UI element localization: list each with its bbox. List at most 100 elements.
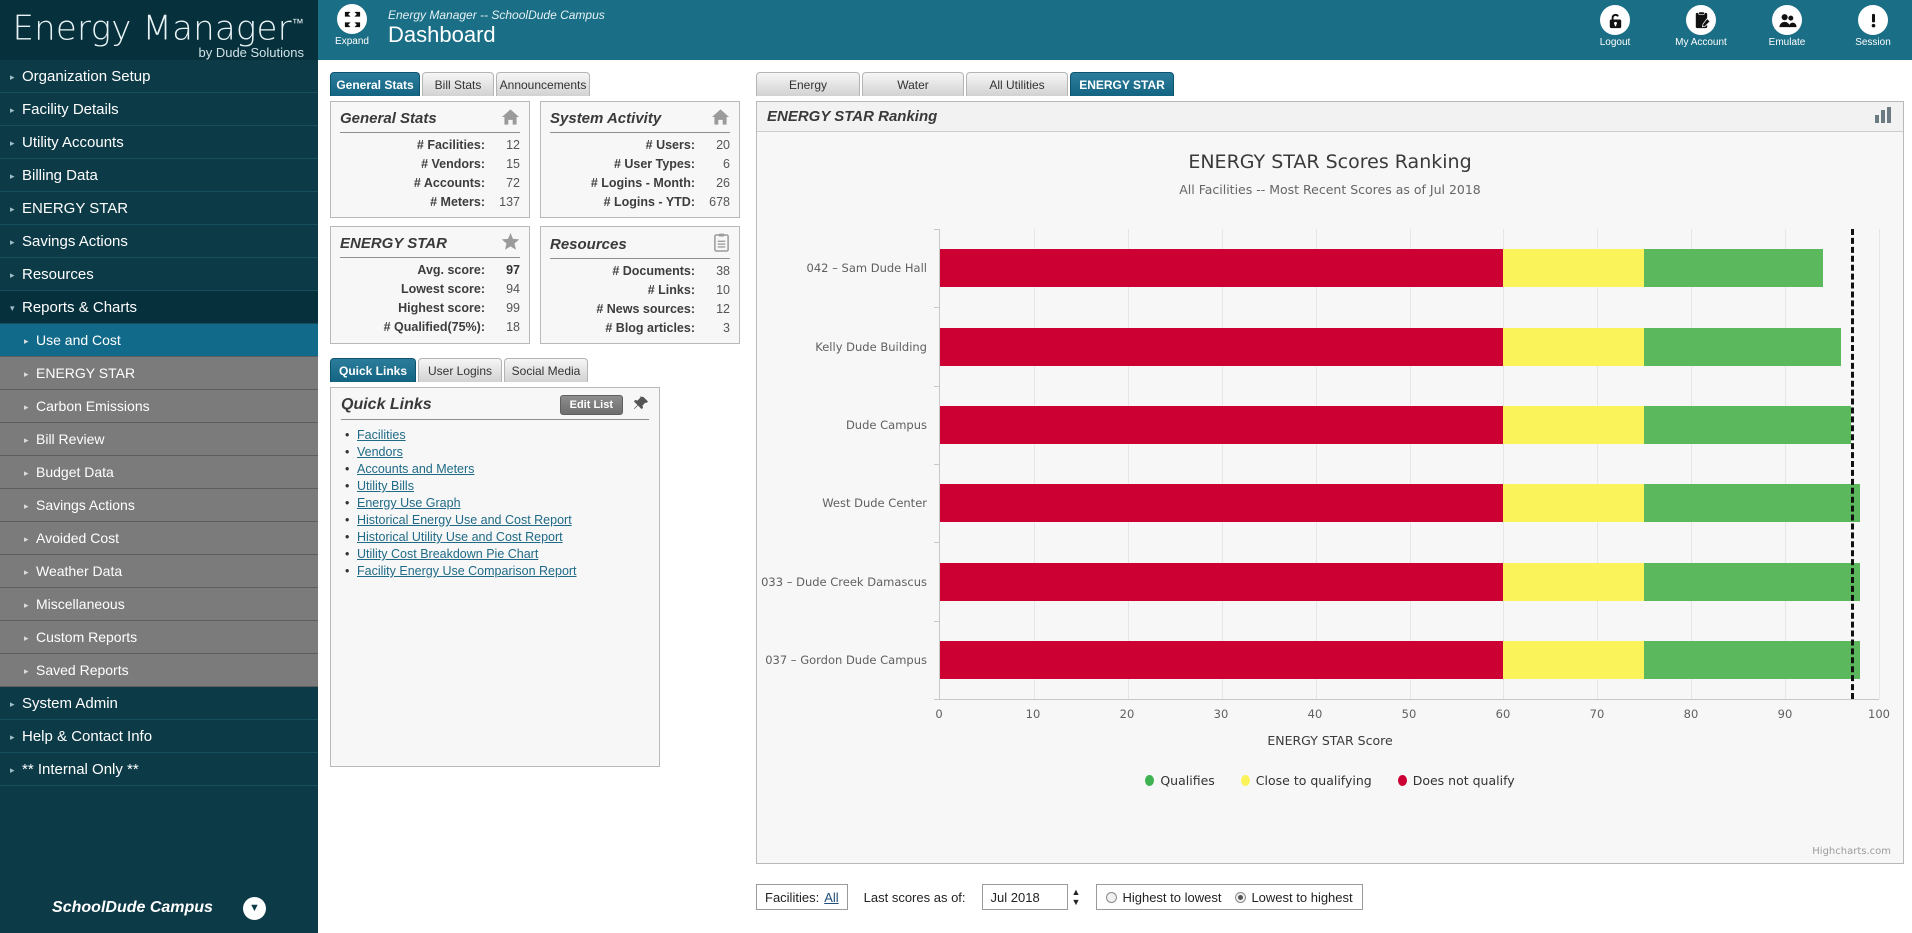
sidebar-item-6[interactable]: ▸Resources xyxy=(0,258,318,291)
list-item: Vendors xyxy=(357,445,649,459)
sidebar-item-4[interactable]: ▸ENERGY STAR xyxy=(0,192,318,225)
tab-label: Bill Stats xyxy=(435,78,482,92)
list-item: Energy Use Graph xyxy=(357,496,649,510)
tab-general-stats[interactable]: General Stats xyxy=(330,72,420,96)
chevron-icon: ▸ xyxy=(24,325,36,358)
bar[interactable] xyxy=(940,641,1860,679)
tab-social-media[interactable]: Social Media xyxy=(504,358,588,382)
chevron-icon: ▾ xyxy=(10,292,22,324)
tab-announcements[interactable]: Announcements xyxy=(496,72,590,96)
y-axis-label: West Dude Center xyxy=(822,496,927,510)
tab-bill-stats[interactable]: Bill Stats xyxy=(422,72,494,96)
legend-item[interactable]: Close to qualifying xyxy=(1241,773,1372,788)
target-line xyxy=(1851,229,1854,699)
sidebar-subitem-9[interactable]: ▸Custom Reports xyxy=(0,621,318,654)
stat-key: # User Types: xyxy=(614,157,695,171)
grid-line xyxy=(1034,229,1035,699)
sidebar-subitem-3[interactable]: ▸Bill Review xyxy=(0,423,318,456)
legend-item[interactable]: Qualifies xyxy=(1145,773,1214,788)
legend-label: Does not qualify xyxy=(1413,773,1515,788)
facilities-value-link[interactable]: All xyxy=(824,890,838,905)
bar[interactable] xyxy=(940,328,1841,366)
sidebar-subitem-10[interactable]: ▸Saved Reports xyxy=(0,654,318,687)
chevron-down-icon[interactable]: ▼ xyxy=(243,897,266,920)
bar[interactable] xyxy=(940,406,1851,444)
stepper-down-icon[interactable]: ▼ xyxy=(1072,898,1081,907)
quick-link[interactable]: Accounts and Meters xyxy=(357,462,474,476)
tab-energy[interactable]: Energy xyxy=(756,72,860,96)
tab-energy-star[interactable]: ENERGY STAR xyxy=(1070,72,1174,96)
sidebar-subitem-2[interactable]: ▸Carbon Emissions xyxy=(0,390,318,423)
my-account-icon xyxy=(1686,5,1716,35)
quick-link[interactable]: Facilities xyxy=(357,428,406,442)
sidebar-subitem-8[interactable]: ▸Miscellaneous xyxy=(0,588,318,621)
legend-item[interactable]: Does not qualify xyxy=(1398,773,1515,788)
session-button[interactable]: Session xyxy=(1842,5,1904,48)
stat-key: # Logins - YTD: xyxy=(604,195,695,209)
bar-chart-icon[interactable] xyxy=(1875,107,1893,126)
sidebar-item-7[interactable]: ▾Reports & Charts xyxy=(0,291,318,324)
stat-row: # Vendors:15 xyxy=(340,157,520,171)
sidebar-subitem-label: Use and Cost xyxy=(36,332,121,348)
chart-panel-header: ENERGY STAR Ranking xyxy=(757,102,1903,132)
stepper-up-icon[interactable]: ▲ xyxy=(1072,888,1081,897)
bar[interactable] xyxy=(940,484,1860,522)
facilities-filter[interactable]: Facilities: All xyxy=(756,884,848,910)
stat-value: 26 xyxy=(704,176,730,190)
stat-row: Highest score:99 xyxy=(340,301,520,315)
bar-segment-close xyxy=(1503,484,1644,522)
bar-segment-close xyxy=(1503,641,1644,679)
pin-icon[interactable] xyxy=(633,396,649,415)
sidebar-tailitem-1[interactable]: ▸Help & Contact Info xyxy=(0,720,318,753)
quick-link[interactable]: Utility Bills xyxy=(357,479,414,493)
sidebar-subitem-6[interactable]: ▸Avoided Cost xyxy=(0,522,318,555)
bar-segment-qualifies xyxy=(1644,328,1841,366)
sidebar-subitem-1[interactable]: ▸ENERGY STAR xyxy=(0,357,318,390)
stat-row: Lowest score:94 xyxy=(340,282,520,296)
sort-option-1[interactable]: Lowest to highest xyxy=(1235,890,1352,905)
stat-row: # User Types:6 xyxy=(550,157,730,171)
quick-link[interactable]: Utility Cost Breakdown Pie Chart xyxy=(357,547,538,561)
bar[interactable] xyxy=(940,249,1823,287)
sidebar-subitem-7[interactable]: ▸Weather Data xyxy=(0,555,318,588)
sidebar-tailitem-0[interactable]: ▸System Admin xyxy=(0,687,318,720)
tab-all-utilities[interactable]: All Utilities xyxy=(966,72,1068,96)
sidebar-subitem-5[interactable]: ▸Savings Actions xyxy=(0,489,318,522)
my-account-button[interactable]: My Account xyxy=(1670,5,1732,48)
quick-link[interactable]: Vendors xyxy=(357,445,403,459)
quick-link[interactable]: Energy Use Graph xyxy=(357,496,461,510)
expand-button[interactable]: Expand xyxy=(328,4,376,47)
sidebar-subitem-4[interactable]: ▸Budget Data xyxy=(0,456,318,489)
bar[interactable] xyxy=(940,563,1860,601)
logout-button[interactable]: Logout xyxy=(1584,5,1646,48)
tab-label: Announcements xyxy=(500,78,587,92)
sort-option-0[interactable]: Highest to lowest xyxy=(1106,890,1221,905)
sidebar-item-0[interactable]: ▸Organization Setup xyxy=(0,60,318,93)
stat-key: # Documents: xyxy=(612,264,695,278)
sidebar-item-5[interactable]: ▸Savings Actions xyxy=(0,225,318,258)
quick-link[interactable]: Facility Energy Use Comparison Report xyxy=(357,564,577,578)
sidebar-tailitem-2[interactable]: ▸** Internal Only ** xyxy=(0,753,318,786)
stat-row: # Meters:137 xyxy=(340,195,520,209)
sidebar-subitem-0[interactable]: ▸Use and Cost xyxy=(0,324,318,357)
tab-quick-links[interactable]: Quick Links xyxy=(330,358,416,382)
stats-row-1: General Stats# Facilities:12# Vendors:15… xyxy=(330,101,740,218)
list-item: Facilities xyxy=(357,428,649,442)
quick-link[interactable]: Historical Energy Use and Cost Report xyxy=(357,513,572,527)
quick-link[interactable]: Historical Utility Use and Cost Report xyxy=(357,530,563,544)
date-stepper[interactable]: ▲ ▼ xyxy=(1072,888,1081,907)
list-item: Utility Bills xyxy=(357,479,649,493)
y-axis-label: Kelly Dude Building xyxy=(815,340,927,354)
radio-icon[interactable] xyxy=(1235,892,1246,903)
sidebar-item-1[interactable]: ▸Facility Details xyxy=(0,93,318,126)
panel-header: ENERGY STAR xyxy=(340,233,520,258)
emulate-button[interactable]: Emulate xyxy=(1756,5,1818,48)
tab-user-logins[interactable]: User Logins xyxy=(418,358,502,382)
radio-icon[interactable] xyxy=(1106,892,1117,903)
sidebar-item-3[interactable]: ▸Billing Data xyxy=(0,159,318,192)
scores-date-input[interactable]: Jul 2018 xyxy=(982,884,1068,910)
sidebar-item-2[interactable]: ▸Utility Accounts xyxy=(0,126,318,159)
tab-water[interactable]: Water xyxy=(862,72,964,96)
chart-tab-row: EnergyWaterAll UtilitiesENERGY STAR xyxy=(756,72,1904,96)
edit-list-button[interactable]: Edit List xyxy=(560,395,623,415)
